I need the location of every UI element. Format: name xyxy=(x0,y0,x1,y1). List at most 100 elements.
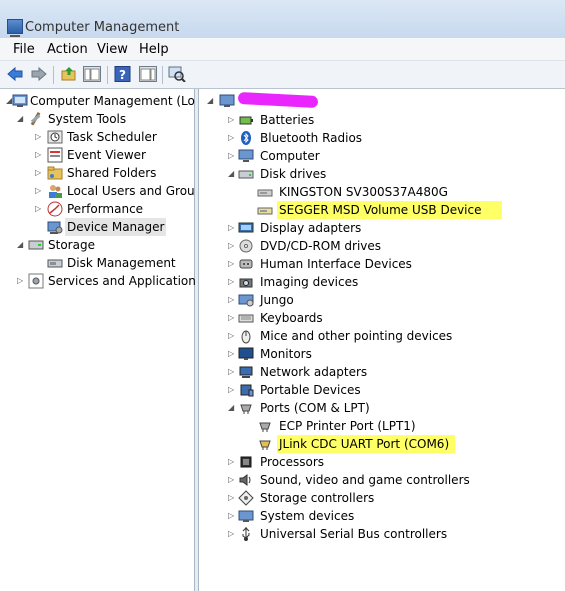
tree-item-network-adapters[interactable]: ▷ Network adapters xyxy=(199,363,565,381)
show-hide-action-pane-icon[interactable] xyxy=(139,66,157,82)
tree-item-event-viewer[interactable]: ▷ Event Viewer xyxy=(0,146,194,164)
menu-action[interactable]: Action xyxy=(47,42,88,57)
computer-management-icon xyxy=(7,19,23,37)
menu-help[interactable]: Help xyxy=(139,42,169,57)
tree-item-batteries[interactable]: ▷ Batteries xyxy=(199,111,565,129)
expand-arrow-icon[interactable]: ▷ xyxy=(228,494,236,502)
expand-arrow-icon[interactable]: ▷ xyxy=(228,458,236,466)
tree-item-jungo[interactable]: ▷ Jungo xyxy=(199,291,565,309)
tree-item-jlink-cdc-uart[interactable]: JLink CDC UART Port (COM6) xyxy=(199,435,565,453)
tree-item-storage[interactable]: ◢ Storage xyxy=(0,236,194,254)
tree-item-performance[interactable]: ▷ Performance xyxy=(0,200,194,218)
expand-arrow-icon[interactable]: ▷ xyxy=(228,260,236,268)
tree-item-ecp-printer-port[interactable]: ECP Printer Port (LPT1) xyxy=(199,417,565,435)
expand-arrow-icon[interactable]: ▷ xyxy=(228,350,236,358)
tree-item-kingston-drive[interactable]: KINGSTON SV300S37A480G xyxy=(199,183,565,201)
expand-arrow-icon[interactable]: ▷ xyxy=(228,386,236,394)
tree-item-disk-drives[interactable]: ◢ Disk drives xyxy=(199,165,565,183)
tree-item-portable-devices[interactable]: ▷ Portable Devices xyxy=(199,381,565,399)
toolbar-separator xyxy=(162,66,163,84)
expand-arrow-icon[interactable]: ▷ xyxy=(35,169,43,177)
tree-item-mice[interactable]: ▷ Mice and other pointing devices xyxy=(199,327,565,345)
title-bar: Computer Management xyxy=(0,0,565,38)
collapse-arrow-icon[interactable]: ◢ xyxy=(228,404,236,412)
speaker-icon xyxy=(239,474,251,486)
show-hide-console-tree-icon[interactable] xyxy=(83,66,101,82)
expand-arrow-icon[interactable]: ▷ xyxy=(228,368,236,376)
menu-file[interactable]: File xyxy=(13,42,35,57)
mouse-icon xyxy=(241,330,251,344)
expand-arrow-icon[interactable]: ▷ xyxy=(17,277,25,285)
tree-label: Jungo xyxy=(260,293,294,307)
device-manager-icon xyxy=(47,221,63,234)
expand-arrow-icon[interactable]: ▷ xyxy=(35,205,43,213)
expand-arrow-icon[interactable]: ▷ xyxy=(228,296,236,304)
back-arrow-icon[interactable] xyxy=(6,66,24,82)
tree-label: Keyboards xyxy=(260,311,323,325)
tree-label: System Tools xyxy=(48,112,127,126)
forward-arrow-icon[interactable] xyxy=(30,66,48,82)
tree-item-computer[interactable]: ▷ Computer xyxy=(199,147,565,165)
tree-item-services-applications[interactable]: ▷ Services and Applications xyxy=(0,272,202,290)
tree-item-imaging-devices[interactable]: ▷ Imaging devices xyxy=(199,273,565,291)
printer-port-icon xyxy=(259,422,271,432)
tree-item-disk-management[interactable]: Disk Management xyxy=(0,254,194,272)
expand-arrow-icon[interactable]: ▷ xyxy=(228,512,236,520)
expand-arrow-icon[interactable]: ▷ xyxy=(228,116,236,124)
tree-item-processors[interactable]: ▷ Processors xyxy=(199,453,565,471)
up-one-level-icon[interactable] xyxy=(60,66,78,82)
tree-item-system-devices[interactable]: ▷ System devices xyxy=(199,507,565,525)
tree-item-computer-management[interactable]: ◢ Computer Management (Local xyxy=(0,92,212,110)
expand-arrow-icon[interactable]: ▷ xyxy=(228,332,236,340)
tree-item-segger-msd[interactable]: SEGGER MSD Volume USB Device xyxy=(199,201,565,219)
menu-bar: File Action View Help xyxy=(0,38,565,61)
expand-arrow-icon[interactable]: ▷ xyxy=(228,242,236,250)
tree-label: Portable Devices xyxy=(260,383,361,397)
expand-arrow-icon[interactable]: ▷ xyxy=(228,224,236,232)
tree-item-storage-controllers[interactable]: ▷ Storage controllers xyxy=(199,489,565,507)
tree-item-usb-controllers[interactable]: ▷ Universal Serial Bus controllers xyxy=(199,525,565,543)
collapse-arrow-icon[interactable]: ◢ xyxy=(228,170,236,178)
tree-item-sound-video-game[interactable]: ▷ Sound, video and game controllers xyxy=(199,471,565,489)
tree-item-bluetooth-radios[interactable]: ▷ Bluetooth Radios xyxy=(199,129,565,147)
console-tree: ◢ Computer Management (Local ◢ System To… xyxy=(0,89,212,591)
tree-item-local-users-groups[interactable]: ▷ Local Users and Groups xyxy=(0,182,209,200)
computer-icon xyxy=(238,149,254,162)
tree-label: Bluetooth Radios xyxy=(260,131,363,145)
expand-arrow-icon[interactable]: ▷ xyxy=(35,133,43,141)
expand-arrow-icon[interactable]: ▷ xyxy=(228,134,236,142)
tree-label: Sound, video and game controllers xyxy=(260,473,470,487)
scan-hardware-changes-icon[interactable] xyxy=(168,66,186,82)
collapse-arrow-icon[interactable]: ◢ xyxy=(17,115,25,123)
menu-view[interactable]: View xyxy=(97,42,128,57)
tree-label: Disk drives xyxy=(260,167,327,181)
expand-arrow-icon[interactable]: ▷ xyxy=(35,151,43,159)
tree-item-ports[interactable]: ◢ Ports (COM & LPT) xyxy=(199,399,565,417)
collapse-arrow-icon[interactable]: ◢ xyxy=(17,241,25,249)
tree-label: Storage controllers xyxy=(260,491,375,505)
tree-item-display-adapters[interactable]: ▷ Display adapters xyxy=(199,219,565,237)
tree-item-system-tools[interactable]: ◢ System Tools xyxy=(0,110,194,128)
toolbar-separator xyxy=(53,66,54,84)
usb-icon xyxy=(242,527,250,541)
tree-item-task-scheduler[interactable]: ▷ Task Scheduler xyxy=(0,128,194,146)
tree-label: JLink CDC UART Port (COM6) xyxy=(277,435,456,453)
tree-item-device-manager[interactable]: Device Manager xyxy=(0,218,194,236)
tree-item-keyboards[interactable]: ▷ Keyboards xyxy=(199,309,565,327)
tree-item-monitors[interactable]: ▷ Monitors xyxy=(199,345,565,363)
help-icon[interactable]: ? xyxy=(114,66,132,82)
expand-arrow-icon[interactable]: ▷ xyxy=(228,530,236,538)
collapse-arrow-icon[interactable]: ◢ xyxy=(207,97,215,105)
tree-item-shared-folders[interactable]: ▷ Shared Folders xyxy=(0,164,194,182)
expand-arrow-icon[interactable]: ▷ xyxy=(228,278,236,286)
optical-disc-icon xyxy=(239,239,253,253)
expand-arrow-icon[interactable]: ▷ xyxy=(35,187,43,195)
expand-arrow-icon[interactable]: ▷ xyxy=(228,476,236,484)
tree-item-hid[interactable]: ▷ Human Interface Devices xyxy=(199,255,565,273)
system-device-icon xyxy=(238,510,254,522)
tree-label: ECP Printer Port (LPT1) xyxy=(279,419,416,433)
expand-arrow-icon[interactable]: ▷ xyxy=(228,314,236,322)
expand-arrow-icon[interactable]: ▷ xyxy=(228,152,236,160)
tree-item-dvd-cdrom[interactable]: ▷ DVD/CD-ROM drives xyxy=(199,237,565,255)
tree-label: Network adapters xyxy=(260,365,368,379)
